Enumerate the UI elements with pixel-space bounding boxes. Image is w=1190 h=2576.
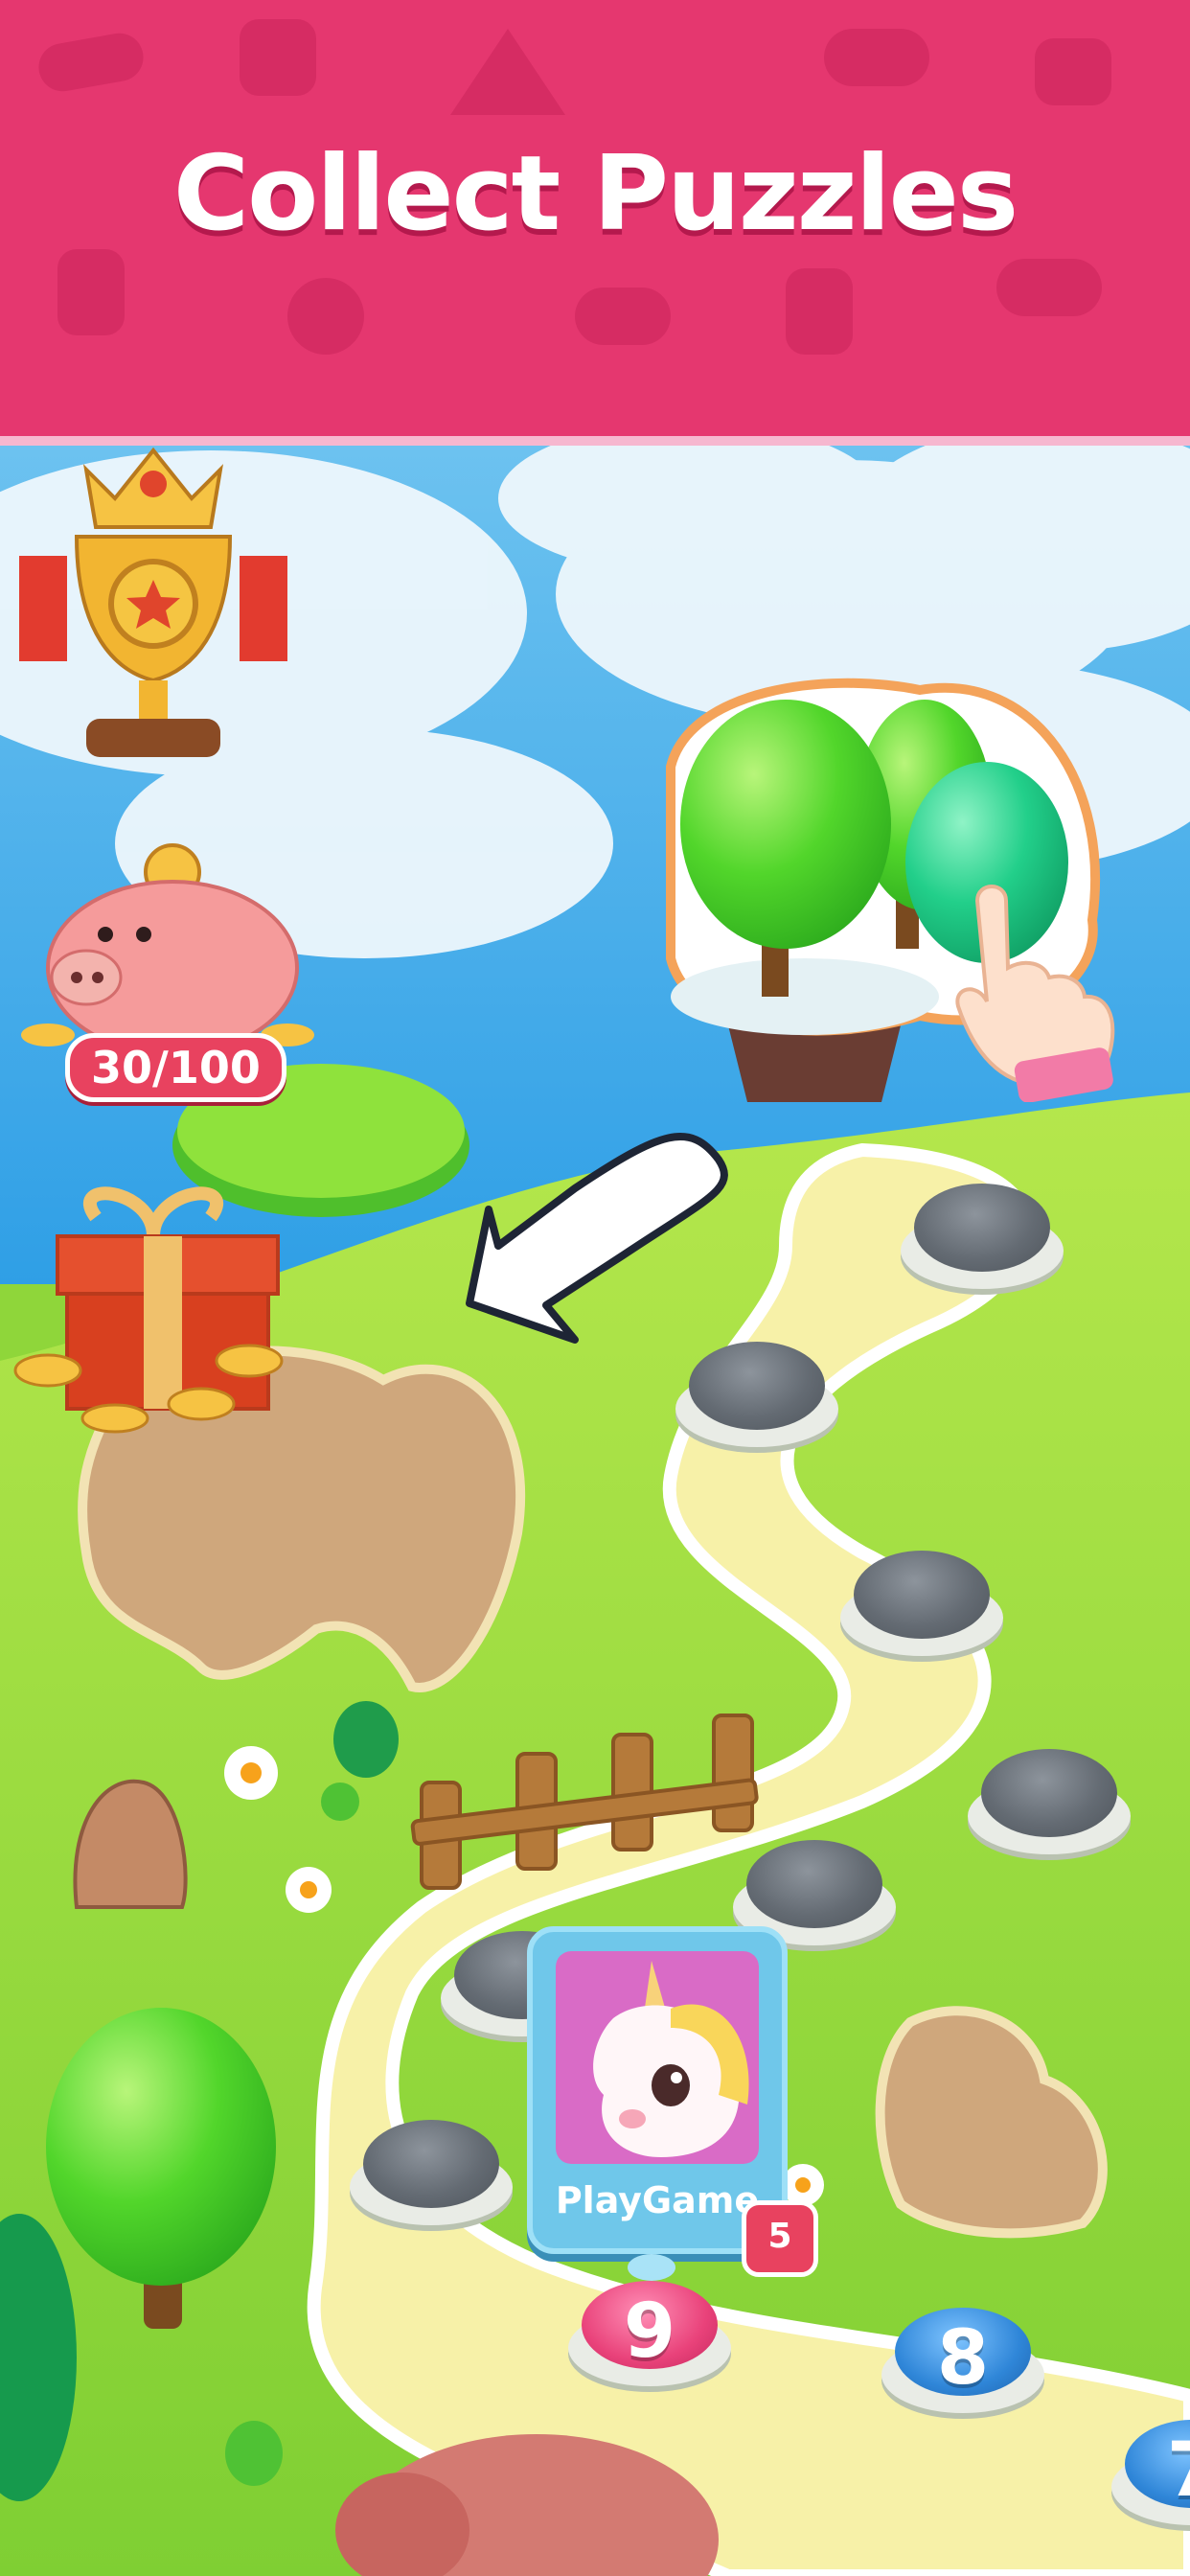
level-button-cap <box>854 1551 990 1639</box>
level-button-cap <box>914 1184 1050 1272</box>
tap-hand-icon <box>955 885 1115 1102</box>
banner-decoration <box>287 278 364 355</box>
play-game-badge: 5 <box>742 2200 818 2277</box>
level-number: 8 <box>936 2315 990 2402</box>
current-level-marker <box>628 2254 675 2281</box>
unicorn-icon <box>556 1951 759 2164</box>
level-button-cap <box>689 1342 825 1430</box>
banner-decoration <box>450 29 565 115</box>
level-7-button[interactable]: 7 <box>1111 2420 1190 2535</box>
locked-level-button[interactable] <box>675 1342 838 1447</box>
level-number: 7 <box>1111 2427 1190 2514</box>
gift-box-icon[interactable] <box>10 1179 326 1438</box>
level-9-button[interactable]: 9 <box>568 2281 731 2386</box>
piggy-bank-progress: 30/100 <box>65 1033 286 1102</box>
level-number: 9 <box>623 2288 676 2375</box>
play-game-card[interactable]: PlayGame 5 <box>527 1926 818 2277</box>
header-banner: Collect Puzzles <box>0 0 1190 446</box>
banner-decoration <box>1035 38 1111 105</box>
banner-decoration <box>824 29 929 86</box>
banner-decoration <box>240 19 316 96</box>
banner-decoration <box>575 288 671 345</box>
banner-decoration <box>34 29 148 96</box>
level-8-button[interactable]: 8 <box>881 2308 1044 2413</box>
banner-decoration <box>996 259 1102 316</box>
banner-decoration <box>57 249 125 335</box>
locked-level-button[interactable] <box>840 1551 1003 1656</box>
locked-level-button[interactable] <box>968 1749 1131 1854</box>
level-button-cap <box>746 1840 882 1928</box>
level-button-cap <box>981 1749 1117 1837</box>
game-map: Collect Puzzles 30/100 PlayGame 5 9 8 <box>0 0 1190 2576</box>
banner-decoration <box>786 268 853 355</box>
trophy-icon[interactable] <box>19 441 287 776</box>
locked-level-button[interactable] <box>901 1184 1064 1289</box>
piggy-bank-icon[interactable] <box>19 843 316 1064</box>
level-button-cap <box>363 2120 499 2208</box>
locked-level-button[interactable] <box>350 2120 513 2225</box>
banner-title: Collect Puzzles <box>172 134 1018 254</box>
